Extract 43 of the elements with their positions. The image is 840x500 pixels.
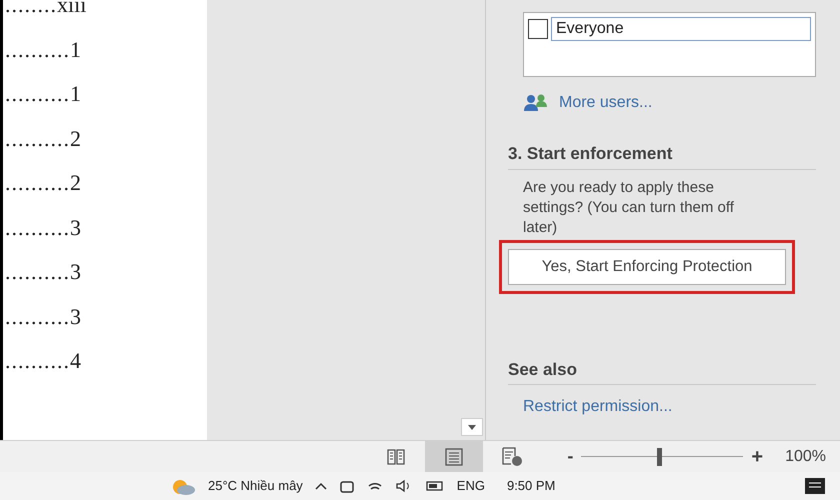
toc-leader: .......... bbox=[5, 259, 70, 285]
restrict-permission-link[interactable]: Restrict permission... bbox=[523, 395, 816, 419]
battery-icon[interactable] bbox=[424, 479, 445, 493]
toc-leader: .......... bbox=[5, 348, 70, 374]
toc-leader: .......... bbox=[5, 214, 70, 240]
weather-text: 25°C Nhiều mây bbox=[208, 477, 303, 496]
view-mode-button[interactable] bbox=[425, 441, 484, 472]
start-enforcing-button[interactable]: Yes, Start Enforcing Protection bbox=[508, 248, 786, 284]
page-number: 3 bbox=[70, 214, 81, 240]
notification-icon[interactable] bbox=[804, 477, 826, 495]
page-number: 1 bbox=[70, 81, 81, 107]
toc-leader: .......... bbox=[5, 81, 70, 107]
page-lines-icon bbox=[444, 448, 464, 466]
zoom-slider[interactable] bbox=[581, 448, 744, 466]
page-number: 2 bbox=[70, 170, 81, 196]
zoom-in-button[interactable]: + bbox=[749, 442, 766, 472]
toc-leader: .......... bbox=[5, 304, 70, 330]
zoom-out-button[interactable]: - bbox=[565, 443, 576, 470]
page-number: 3 bbox=[70, 259, 81, 285]
zoom-slider-thumb[interactable] bbox=[657, 448, 662, 466]
page-number: 3 bbox=[70, 304, 81, 330]
section-heading: 3. Start enforcement bbox=[508, 141, 816, 170]
clock-time[interactable]: 9:50 PM bbox=[506, 476, 556, 496]
toc-leader: .......... bbox=[5, 36, 70, 62]
group-label[interactable]: Everyone bbox=[551, 17, 811, 41]
description-text: Are you ready to apply these settings? (You can turn them off later) bbox=[523, 178, 735, 238]
chevron-up-icon[interactable] bbox=[314, 481, 327, 491]
toc-leader: .......... bbox=[5, 170, 70, 196]
page-globe-icon bbox=[501, 446, 524, 466]
page-number: xiii bbox=[57, 0, 86, 18]
zoom-percent[interactable]: 100% bbox=[785, 444, 826, 468]
page-number: 4 bbox=[70, 348, 81, 374]
toc-leader: .......... bbox=[5, 126, 70, 152]
page-number: 1 bbox=[70, 36, 81, 62]
book-icon bbox=[386, 448, 406, 466]
group-checkbox[interactable] bbox=[528, 19, 548, 39]
more-users-link[interactable]: More users... bbox=[559, 91, 652, 115]
toc-leader: ........ bbox=[5, 0, 57, 18]
see-also-heading: See also bbox=[508, 356, 816, 385]
language-indicator[interactable]: ENG bbox=[456, 476, 485, 496]
scroll-down-icon[interactable] bbox=[461, 418, 483, 436]
page-number: 2 bbox=[70, 126, 81, 152]
users-icon bbox=[523, 93, 549, 113]
